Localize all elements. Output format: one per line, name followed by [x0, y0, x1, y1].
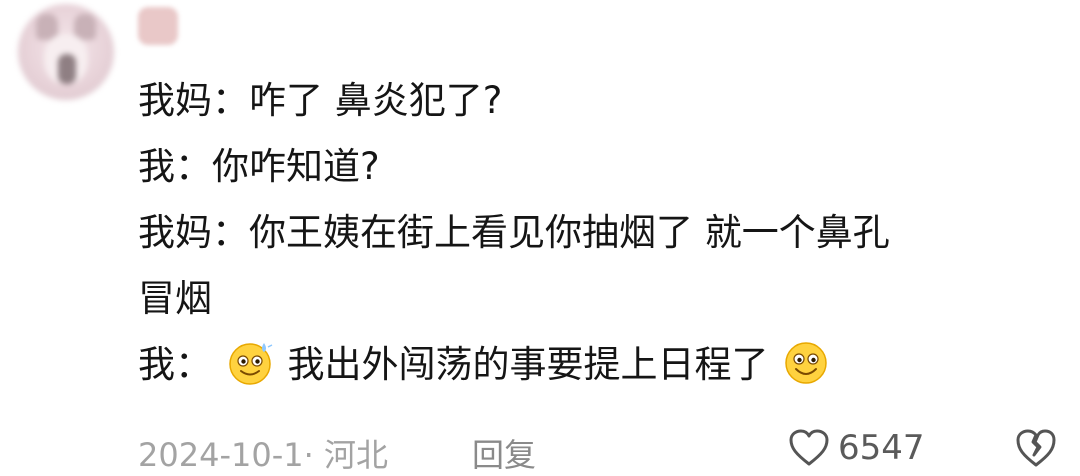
- comment-line-last: 我： 我出外闯荡的事要提上日程了: [138, 332, 1038, 398]
- reply-button[interactable]: 回复: [472, 430, 536, 476]
- username-badge: [138, 7, 178, 45]
- heart-outline-icon: [789, 429, 829, 466]
- broken-heart-icon[interactable]: [1014, 426, 1058, 470]
- avatar[interactable]: [18, 4, 114, 100]
- comment-line: 我妈：咋了 鼻炎犯了?: [138, 79, 503, 122]
- comment-meta: 2024-10-1· 河北 回复 6547: [138, 424, 1058, 474]
- like-count: 6547: [838, 428, 925, 468]
- comment-last-text: 我出外闯荡的事要提上日程了: [287, 343, 769, 386]
- username[interactable]: [138, 4, 178, 48]
- comment-body: 我妈：咋了 鼻炎犯了? 我：你咋知道? 我妈：你王姨在街上看见你抽烟了 就一个鼻…: [138, 68, 1038, 398]
- comment-line: 我：你咋知道?: [138, 145, 380, 188]
- sweat-smile-emoji-icon: [229, 343, 273, 385]
- like-button[interactable]: 6547: [788, 424, 925, 472]
- avatar-detail: [58, 54, 76, 84]
- comment-speaker: 我：: [138, 343, 212, 386]
- comment-line: 冒烟: [138, 277, 212, 320]
- comment-line: 我妈：你王姨在街上看见你抽烟了 就一个鼻孔: [138, 211, 890, 254]
- grin-emoji-icon: [785, 342, 828, 384]
- date-location: 2024-10-1· 河北: [138, 436, 388, 474]
